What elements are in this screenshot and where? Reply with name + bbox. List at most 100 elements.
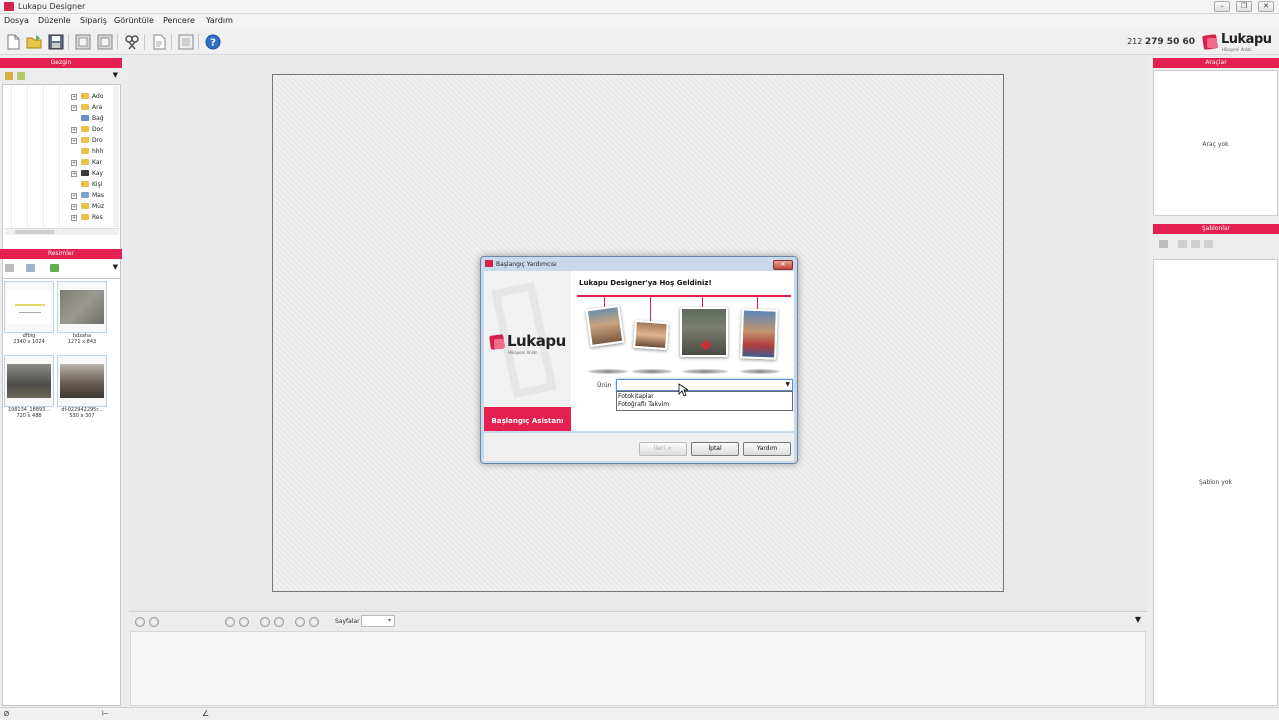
- new-document-icon[interactable]: [4, 33, 22, 51]
- redo-icon[interactable]: [96, 33, 114, 51]
- templates-box: Şablon yok: [1153, 259, 1278, 706]
- app-icon: [4, 2, 14, 11]
- image-thumbnail[interactable]: 198134_18893... 720 x 488: [4, 355, 54, 419]
- tree-item[interactable]: + Doc: [71, 126, 104, 136]
- minimize-button[interactable]: –: [1214, 1, 1230, 12]
- menu-edit[interactable]: Düzenle: [38, 16, 71, 25]
- title-bar: Lukapu Designer – ❐ ✕: [0, 0, 1279, 14]
- next-button[interactable]: İleri >: [639, 442, 687, 456]
- page-strip: [130, 631, 1146, 706]
- images-panel-header: Resimler: [0, 249, 122, 259]
- pages-select[interactable]: ▾: [361, 615, 395, 627]
- tree-item[interactable]: + Mas: [71, 192, 104, 202]
- last-page-button[interactable]: [309, 617, 319, 627]
- dialog-close-button[interactable]: ✕: [773, 260, 793, 270]
- tree-item[interactable]: + Kay: [71, 170, 103, 180]
- tree-item[interactable]: + Res: [71, 214, 103, 224]
- undo-icon[interactable]: [74, 33, 92, 51]
- tree-item[interactable]: + Dro: [71, 137, 103, 147]
- dialog-footer: İleri > İptal Yardım: [484, 433, 794, 461]
- first-page-button[interactable]: [225, 617, 235, 627]
- browse-toolbar: ▼: [2, 70, 122, 83]
- help-icon[interactable]: ?: [204, 33, 222, 51]
- dialog-brand-panel: Lukapu Hikayeni Anlat Başlangıç Asistanı: [484, 271, 571, 431]
- save-icon[interactable]: [47, 33, 65, 51]
- tree-item[interactable]: + Ado: [71, 93, 103, 103]
- previous-page-button[interactable]: [239, 617, 249, 627]
- nav-button[interactable]: [135, 617, 145, 627]
- tree-item[interactable]: + Kar: [71, 159, 102, 169]
- tree-item[interactable]: hhh: [73, 148, 103, 158]
- window-title: Lukapu Designer: [18, 2, 86, 11]
- template-tool-icon[interactable]: [1191, 240, 1200, 248]
- close-button[interactable]: ✕: [1258, 1, 1274, 12]
- chevron-down-icon[interactable]: ▼: [1135, 615, 1141, 624]
- template-tool-icon[interactable]: [1159, 240, 1168, 248]
- menu-order[interactable]: Sipariş: [80, 16, 107, 25]
- template-tool-icon[interactable]: [1204, 240, 1213, 248]
- tree-horizontal-scrollbar[interactable]: [5, 228, 119, 235]
- status-icon: ∠: [202, 709, 210, 718]
- svg-text:?: ?: [210, 38, 216, 49]
- dialog-body: Lukapu Hikayeni Anlat Başlangıç Asistanı…: [484, 271, 794, 431]
- product-option[interactable]: Fotokitaplar: [618, 393, 654, 400]
- menu-window[interactable]: Pencere: [163, 16, 195, 25]
- status-bar: ⊘ ⊢ ∠: [0, 707, 1279, 720]
- pages-label: Sayfalar: [335, 618, 360, 625]
- product-option[interactable]: Fotoğraflı Takvim: [618, 401, 669, 408]
- tools-panel-header: Araçlar: [1153, 58, 1279, 68]
- menu-help[interactable]: Yardım: [206, 16, 233, 25]
- toolbar: ? 212 279 50 60 Lukapu Hikayeni Anlat: [0, 29, 1279, 55]
- add-page-button[interactable]: [260, 617, 270, 627]
- chevron-down-icon[interactable]: ▼: [113, 263, 118, 271]
- brand-logo: Lukapu Hikayeni Anlat: [1201, 31, 1273, 53]
- images-toolbar: ▼: [2, 262, 122, 275]
- phone-number: 212 279 50 60: [1127, 37, 1195, 47]
- browse-panel-header: Gezgin: [0, 58, 122, 68]
- image-thumbnail[interactable]: hdzaha 1271 x 843: [57, 281, 107, 345]
- filter-icon[interactable]: [50, 264, 59, 272]
- print-preview-icon[interactable]: [150, 33, 168, 51]
- tree-item[interactable]: + Müz: [71, 203, 104, 213]
- tree-item[interactable]: Kişi: [73, 181, 102, 191]
- product-select[interactable]: ▼: [616, 379, 793, 391]
- sample-photo: [740, 308, 778, 360]
- templates-empty-label: Şablon yok: [1198, 479, 1233, 486]
- layout-icon[interactable]: [177, 33, 195, 51]
- cancel-button[interactable]: İptal: [691, 442, 739, 456]
- chevron-down-icon[interactable]: ▼: [785, 381, 790, 388]
- remove-page-button[interactable]: [274, 617, 284, 627]
- sample-photo: [585, 304, 625, 348]
- menu-file[interactable]: Dosya: [4, 16, 29, 25]
- tree-item[interactable]: Bağ: [73, 115, 104, 125]
- tools-empty-label: Araç yok: [1202, 141, 1229, 148]
- help-button[interactable]: Yardım: [743, 442, 791, 456]
- product-label: Ürün: [597, 382, 612, 389]
- mouse-cursor-icon: [678, 383, 688, 397]
- dialog-title: Başlangıç Yardımcısı: [485, 260, 557, 268]
- templates-toolbar: [1156, 238, 1276, 250]
- product-options-list: Fotokitaplar Fotoğraflı Takvim: [616, 391, 793, 411]
- tree-item[interactable]: + Ara: [71, 104, 102, 114]
- remove-image-icon[interactable]: [5, 264, 14, 272]
- add-folder-icon[interactable]: [5, 72, 13, 80]
- chevron-down-icon[interactable]: ▼: [113, 71, 118, 79]
- tools-box: Araç yok: [1153, 70, 1278, 216]
- tools-icon[interactable]: [123, 33, 141, 51]
- open-folder-icon[interactable]: [25, 33, 43, 51]
- dialog-logo: Lukapu: [507, 332, 566, 350]
- maximize-button[interactable]: ❐: [1236, 1, 1252, 12]
- menu-view[interactable]: Görüntüle: [114, 16, 154, 25]
- startup-wizard-dialog: Başlangıç Yardımcısı ✕ Lukapu Hikayeni A…: [480, 256, 798, 464]
- images-list: dfbig 2340 x 1024 hdzaha 1271 x 843 1981…: [2, 278, 121, 706]
- sample-photo: [680, 307, 728, 357]
- nav-button[interactable]: [149, 617, 159, 627]
- image-thumbnail[interactable]: dfbig 2340 x 1024: [4, 281, 54, 345]
- template-tool-icon[interactable]: [1178, 240, 1187, 248]
- image-thumbnail[interactable]: df-022942295r... 530 x 307: [57, 355, 107, 419]
- zoom-icon[interactable]: [26, 264, 35, 272]
- templates-panel-header: Şablonlar: [1153, 224, 1279, 234]
- next-page-button[interactable]: [295, 617, 305, 627]
- refresh-folder-icon[interactable]: [17, 72, 25, 80]
- tree-vertical-scrollbar[interactable]: [113, 87, 119, 227]
